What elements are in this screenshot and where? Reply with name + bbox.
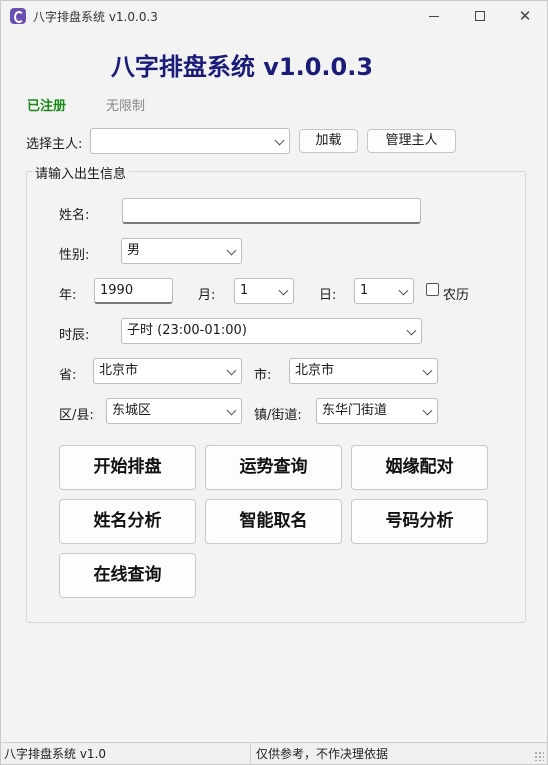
start-chart-button[interactable]: 开始排盘 — [59, 445, 196, 490]
street-select[interactable]: 东华门街道 — [316, 398, 438, 424]
close-button[interactable]: ✕ — [502, 1, 548, 31]
app-icon — [10, 8, 26, 24]
province-label: 省: — [59, 368, 77, 383]
hour-select[interactable]: 子时 (23:00-01:00) — [121, 318, 422, 344]
owner-select[interactable] — [90, 128, 290, 154]
city-select-value: 北京市 — [295, 363, 335, 378]
chevron-down-icon — [226, 245, 237, 256]
online-query-button[interactable]: 在线查询 — [59, 553, 196, 598]
day-label: 日: — [319, 288, 337, 303]
registration-status: 已注册 — [27, 99, 67, 114]
district-select-value: 东城区 — [112, 403, 152, 418]
gender-label: 性别: — [59, 248, 90, 263]
page-title: 八字排盘系统 v1.0.0.3 — [110, 53, 374, 81]
status-version: 八字排盘系统 v1.0 — [4, 747, 107, 761]
marriage-match-button[interactable]: 姻缘配对 — [351, 445, 488, 490]
lunar-label[interactable]: 农历 — [443, 284, 469, 303]
chevron-down-icon — [398, 285, 409, 296]
day-select-value: 1 — [360, 283, 369, 298]
maximize-button[interactable] — [457, 1, 503, 31]
city-label: 市: — [254, 368, 272, 383]
name-label: 姓名: — [59, 208, 90, 223]
status-bar: 八字排盘系统 v1.0 仅供参考，不作决理依据 — [1, 742, 547, 765]
status-divider — [250, 743, 251, 765]
chevron-down-icon — [422, 365, 433, 376]
manage-owner-button[interactable]: 管理主人 — [367, 129, 456, 153]
province-select-value: 北京市 — [99, 363, 139, 378]
street-label: 镇/街道: — [254, 408, 302, 423]
minimize-icon — [429, 15, 439, 17]
minimize-button[interactable] — [411, 1, 457, 31]
window-title: 八字排盘系统 v1.0.0.3 — [33, 10, 158, 24]
smart-naming-button[interactable]: 智能取名 — [205, 499, 342, 544]
province-select[interactable]: 北京市 — [93, 358, 242, 384]
year-label: 年: — [59, 288, 77, 303]
fortune-query-button[interactable]: 运势查询 — [205, 445, 342, 490]
month-label: 月: — [198, 288, 216, 303]
maximize-icon — [475, 11, 485, 21]
name-input[interactable] — [122, 198, 421, 224]
hour-label: 时辰: — [59, 328, 90, 343]
chevron-down-icon — [422, 405, 433, 416]
name-analysis-button[interactable]: 姓名分析 — [59, 499, 196, 544]
gender-select[interactable]: 男 — [121, 238, 242, 264]
close-icon: ✕ — [518, 6, 532, 25]
status-disclaimer: 仅供参考，不作决理依据 — [256, 747, 389, 761]
year-input[interactable]: 1990 — [94, 278, 173, 304]
chevron-down-icon — [278, 285, 289, 296]
limit-status: 无限制 — [106, 99, 146, 114]
chevron-down-icon — [406, 325, 417, 336]
chevron-down-icon — [226, 405, 237, 416]
district-label: 区/县: — [59, 408, 94, 423]
street-select-value: 东华门街道 — [322, 403, 388, 418]
chevron-down-icon — [274, 135, 285, 146]
title-bar[interactable]: 八字排盘系统 v1.0.0.3 ✕ — [1, 1, 547, 31]
lunar-checkbox[interactable] — [426, 283, 439, 296]
load-button[interactable]: 加载 — [299, 129, 358, 153]
app-window: 八字排盘系统 v1.0.0.3 ✕ 八字排盘系统 v1.0.0.3 已注册 无限… — [0, 0, 548, 765]
number-analysis-button[interactable]: 号码分析 — [351, 499, 488, 544]
owner-label: 选择主人: — [26, 137, 83, 152]
city-select[interactable]: 北京市 — [289, 358, 438, 384]
month-select-value: 1 — [240, 283, 249, 298]
hour-select-value: 子时 (23:00-01:00) — [127, 323, 247, 338]
gender-select-value: 男 — [127, 243, 141, 258]
resize-grip-icon[interactable] — [534, 751, 544, 761]
day-select[interactable]: 1 — [354, 278, 414, 304]
district-select[interactable]: 东城区 — [106, 398, 242, 424]
birth-info-group-title: 请输入出生信息 — [32, 163, 130, 182]
chevron-down-icon — [226, 365, 237, 376]
month-select[interactable]: 1 — [234, 278, 294, 304]
